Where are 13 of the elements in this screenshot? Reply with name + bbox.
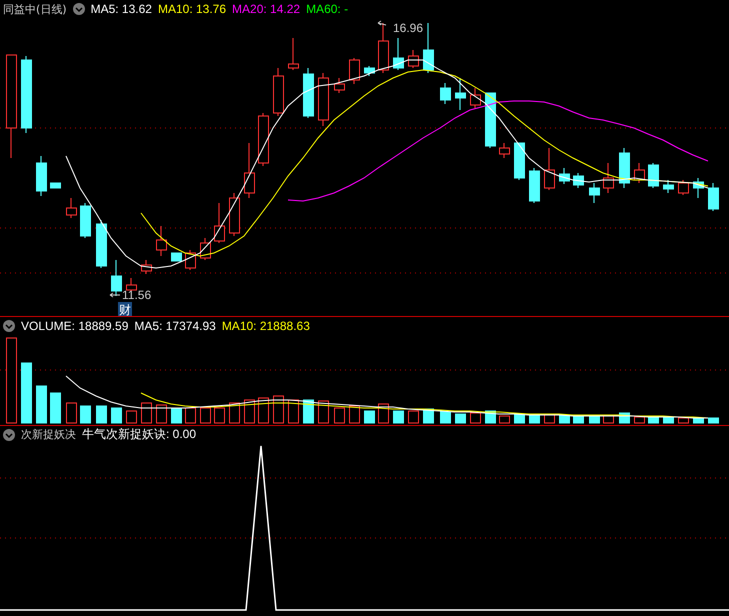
- low-price-label: 11.56: [122, 288, 152, 302]
- ma-value-label: MA10: 13.76: [158, 2, 226, 16]
- volume-value-label: MA10: 21888.63: [222, 318, 310, 332]
- stock-title: 同益中(日线): [3, 2, 67, 16]
- volume-value-label: MA5: 17374.93: [134, 318, 216, 332]
- high-price-label: 16.96: [393, 21, 424, 35]
- ma-value-label: MA20: 14.22: [232, 2, 300, 16]
- ma-value-label: MA5: 13.62: [90, 2, 152, 16]
- volume-value-label: VOLUME: 18889.59: [21, 318, 128, 332]
- indicator-title: 次新捉妖决: [21, 427, 76, 442]
- indicator-value-label: 牛气次新捉妖诀: 0.00: [82, 426, 196, 443]
- event-badge[interactable]: 财: [118, 302, 132, 316]
- ma-value-label: MA60: -: [306, 2, 348, 16]
